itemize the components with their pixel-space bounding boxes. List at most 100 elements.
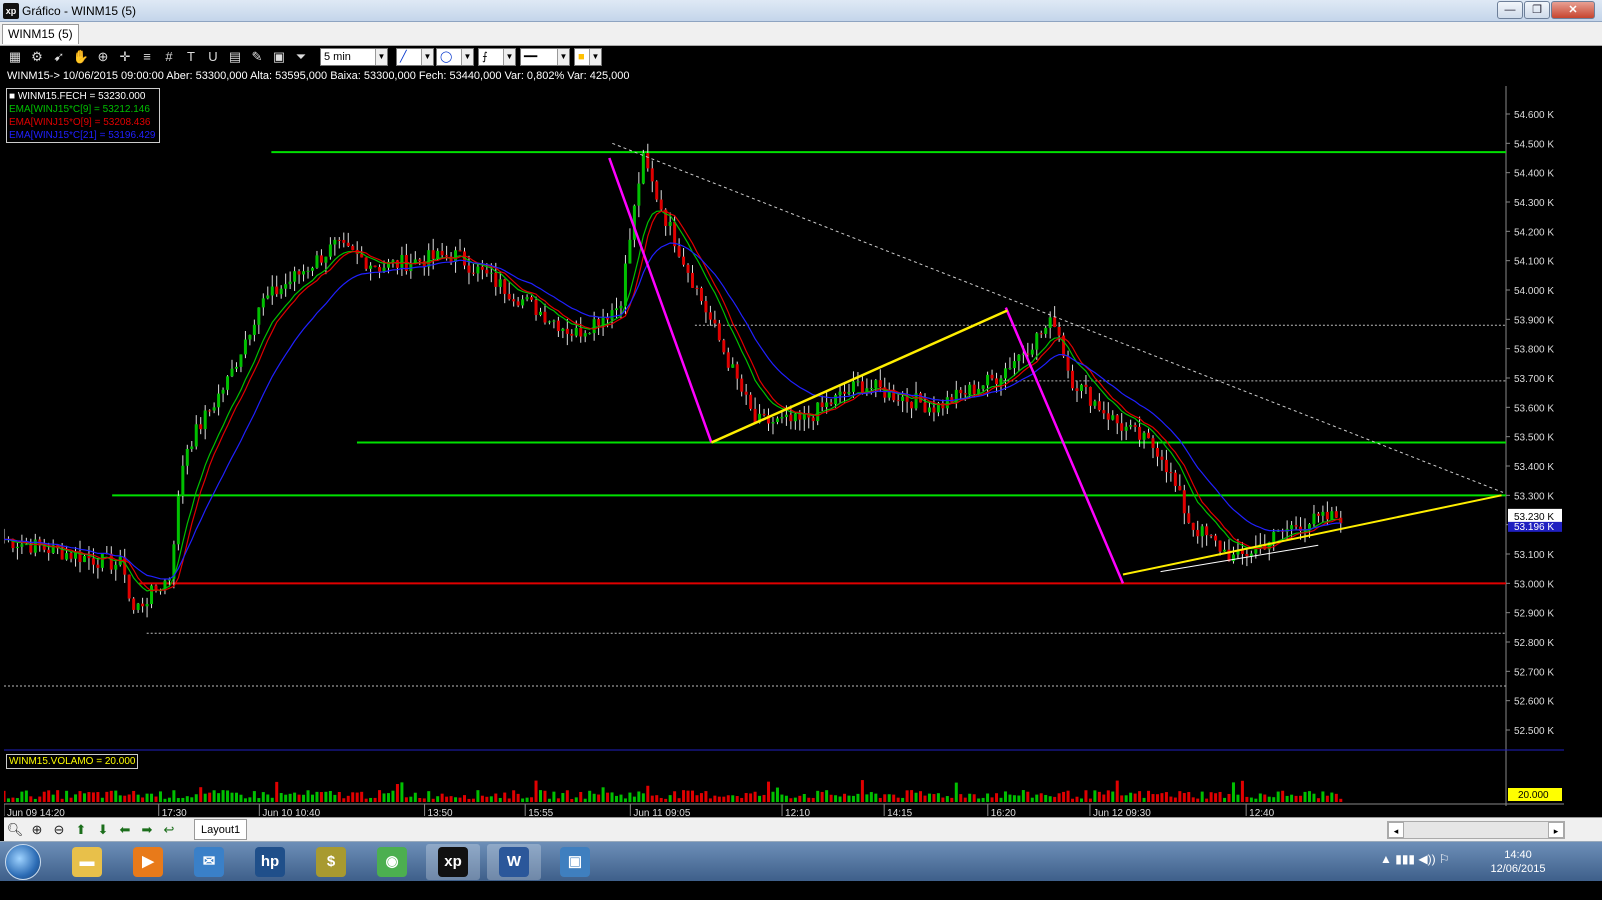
- color-select[interactable]: ■ ▼: [574, 48, 602, 66]
- line-tool-select[interactable]: ╱ ▼: [396, 48, 434, 66]
- volume-bar: [574, 797, 578, 802]
- volume-bar: [530, 797, 534, 802]
- candle-body: [369, 265, 373, 269]
- volume-bar: [56, 790, 60, 802]
- lock-icon[interactable]: ▣: [270, 49, 288, 65]
- volume-bar: [539, 790, 543, 802]
- system-tray[interactable]: ▲ ▮▮▮ ◀)) ⚐: [1380, 852, 1450, 866]
- chart-icon[interactable]: ▦: [6, 49, 24, 65]
- taskbar-app-hp[interactable]: hp: [243, 844, 297, 880]
- close-button[interactable]: ✕: [1551, 1, 1595, 19]
- start-button[interactable]: [5, 844, 41, 880]
- taskbar-app-xp[interactable]: xp: [426, 844, 480, 880]
- maximize-button[interactable]: ❐: [1524, 1, 1550, 19]
- candle-body: [1245, 553, 1249, 557]
- calculator-icon[interactable]: ▤: [226, 49, 244, 65]
- brush-icon[interactable]: ✎: [248, 49, 266, 65]
- volume-bar: [699, 793, 703, 802]
- arrow-up-icon[interactable]: ⬆: [72, 821, 90, 839]
- candle-body: [816, 402, 820, 422]
- candle-body: [485, 269, 489, 274]
- cursor-icon[interactable]: ➹: [50, 49, 68, 65]
- trendline-yellow-1[interactable]: [710, 309, 1008, 444]
- taskbar-app-word[interactable]: W: [487, 844, 541, 880]
- volume-bar: [1111, 791, 1115, 802]
- gear-icon[interactable]: ⚙: [28, 49, 46, 65]
- arrow-down-icon[interactable]: ⬇: [94, 821, 112, 839]
- trendline-dotted[interactable]: [612, 142, 1504, 493]
- arrow-left-icon[interactable]: ⬅: [116, 821, 134, 839]
- scroll-right-button[interactable]: ▸: [1548, 822, 1564, 838]
- candle-body: [834, 395, 838, 405]
- candle-body: [1035, 333, 1039, 350]
- volume-bar: [516, 793, 520, 802]
- taskbar-app-network[interactable]: ✉: [182, 844, 236, 880]
- volume-bar: [552, 791, 556, 802]
- tab-winm15[interactable]: WINM15 (5): [2, 24, 79, 44]
- candle-body: [310, 267, 314, 271]
- volume-bar: [843, 793, 847, 802]
- volume-bar: [1048, 796, 1052, 802]
- volume-bar: [485, 796, 489, 802]
- zoom-in-icon[interactable]: ⊕: [28, 821, 46, 839]
- candle-body: [503, 279, 507, 294]
- candle-body: [1307, 524, 1311, 530]
- horizontal-scrollbar[interactable]: ◂ ▸: [1387, 821, 1565, 839]
- candle-body: [1012, 361, 1016, 369]
- taskbar-app-chrome[interactable]: ◉: [365, 844, 419, 880]
- grid-icon[interactable]: #: [160, 49, 178, 65]
- candle-body: [185, 448, 189, 466]
- candle-body: [1044, 327, 1048, 334]
- arrow-back-icon[interactable]: ↩: [160, 821, 178, 839]
- volume-bar: [127, 794, 131, 802]
- volume-bar: [677, 798, 681, 802]
- ellipse-tool-select[interactable]: ◯ ▼: [436, 48, 474, 66]
- scroll-left-button[interactable]: ◂: [1388, 822, 1404, 838]
- price-chart[interactable]: 54.600 K 54.500 K 54.400 K 54.300 K 54.200 K…: [4, 86, 1602, 856]
- trendline-yellow-2[interactable]: [1122, 494, 1502, 576]
- tab-layout1[interactable]: Layout1: [194, 819, 248, 840]
- candle-body: [226, 376, 230, 390]
- clock[interactable]: 14:40 12/06/2015: [1480, 848, 1556, 876]
- volume-bar: [172, 790, 176, 802]
- zoom-icon[interactable]: ⊕: [94, 49, 112, 65]
- minimize-button[interactable]: —: [1497, 1, 1523, 19]
- filter-icon[interactable]: ⏷: [292, 49, 310, 65]
- y-tick-label: 53.500 K: [1514, 433, 1554, 444]
- candle-body: [176, 495, 180, 545]
- period-select[interactable]: 5 min ▼: [320, 48, 388, 66]
- taskbar-app-explorer[interactable]: ▬: [60, 844, 114, 880]
- candle-body: [333, 239, 337, 245]
- volume-bar: [239, 794, 243, 802]
- volume-bar: [1330, 792, 1334, 802]
- volume-bar: [176, 798, 180, 802]
- line-style-select[interactable]: ━━ ▼: [520, 48, 570, 66]
- magnet-icon[interactable]: U: [204, 49, 222, 65]
- lines-icon[interactable]: ≡: [138, 49, 156, 65]
- candle-body: [1325, 511, 1329, 520]
- title-bar: xp Gráfico - WINM15 (5) — ❐ ✕: [0, 0, 1602, 22]
- taskbar-app-image[interactable]: ▣: [548, 844, 602, 880]
- volume-bar: [601, 787, 605, 802]
- volume-bar: [38, 796, 42, 802]
- arrow-right-icon[interactable]: ➡: [138, 821, 156, 839]
- indicator-select[interactable]: ⨍ ▼: [478, 48, 516, 66]
- volume-bar: [230, 792, 234, 802]
- volume-bar: [109, 790, 113, 802]
- volume-bar: [972, 794, 976, 802]
- volume-bar: [525, 797, 529, 802]
- crosshair-icon[interactable]: ✛: [116, 49, 134, 65]
- candle-body: [704, 301, 708, 313]
- candle-body: [109, 553, 113, 570]
- candle-body: [96, 564, 100, 568]
- taskbar-app-finance[interactable]: $: [304, 844, 358, 880]
- hand-icon[interactable]: ✋: [72, 49, 90, 65]
- magnifier-icon[interactable]: 🔍︎: [6, 821, 24, 839]
- volume-bar: [668, 795, 672, 802]
- candle-body: [1017, 354, 1021, 362]
- volume-bar: [1102, 794, 1106, 802]
- text-icon[interactable]: T: [182, 49, 200, 65]
- taskbar-app-media-player[interactable]: ▶: [121, 844, 175, 880]
- zoom-out-icon[interactable]: ⊖: [50, 821, 68, 839]
- volume-bar: [851, 795, 855, 802]
